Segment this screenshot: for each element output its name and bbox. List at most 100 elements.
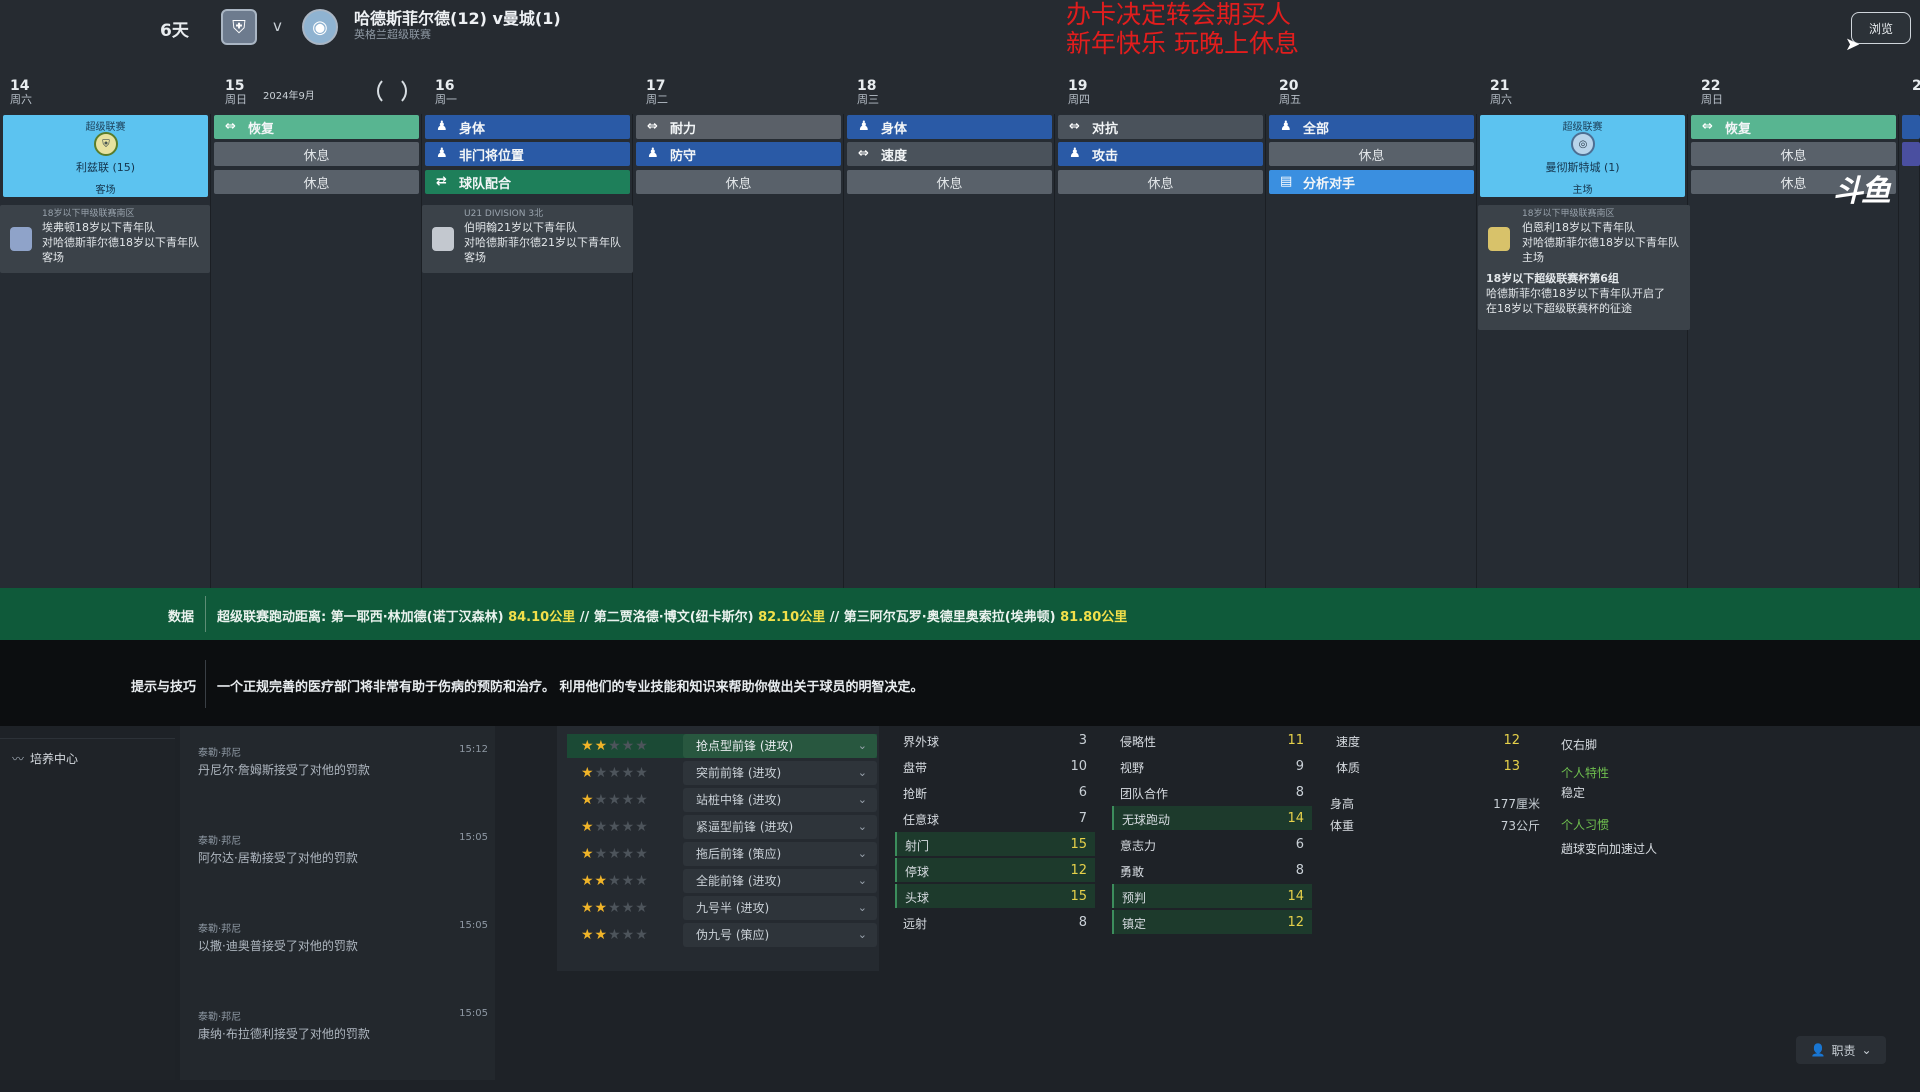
- session-label: 非门将位置: [459, 148, 525, 164]
- news-headline: 康纳·布拉德利接受了对他的罚款: [198, 1027, 370, 1041]
- habit-value[interactable]: 趟球变向加速过人: [1561, 840, 1657, 857]
- session-contact[interactable]: ⇔ 对抗: [1058, 115, 1263, 139]
- session-label: 攻击: [1092, 148, 1119, 164]
- session-rest[interactable]: 休息: [847, 170, 1052, 194]
- tips-text: 一个正规完善的医疗部门将非常有助于伤病的预防和治疗。 利用他们的专业技能和知识来…: [217, 680, 924, 695]
- role-select[interactable]: 伪九号 (策应) ⌄: [683, 923, 877, 947]
- session-partial[interactable]: [1902, 115, 1920, 139]
- role-row[interactable]: ★★★★★ 伪九号 (策应) ⌄: [567, 923, 877, 947]
- role-row[interactable]: ★★★★★ 紧逼型前锋 (进攻) ⌄: [567, 815, 877, 839]
- session-rest[interactable]: 休息: [1269, 142, 1474, 166]
- star-rating: ★★★★★: [581, 765, 649, 781]
- arrows-icon: ⇔: [1702, 119, 1713, 134]
- youth-venue: 主场: [1522, 251, 1544, 264]
- role-row[interactable]: ★★★★★ 拖后前锋 (策应) ⌄: [567, 842, 877, 866]
- youth-fixture-birmingham[interactable]: U21 DIVISION 3北 伯明翰21岁以下青年队 对哈德斯菲尔德21岁以下…: [422, 205, 633, 273]
- preferred-foot: 仅右脚: [1561, 738, 1598, 752]
- day-header-22[interactable]: 22 周日: [1701, 79, 1723, 106]
- youth-venue: 客场: [42, 251, 64, 264]
- session-physical[interactable]: ♟ 身体: [425, 115, 630, 139]
- day-header-15[interactable]: 15 周日: [225, 79, 247, 106]
- chevron-down-icon: ⌄: [857, 766, 867, 779]
- session-opposition-analysis[interactable]: ▤ 分析对手: [1269, 170, 1474, 194]
- session-label: 休息: [1780, 148, 1807, 164]
- personality-heading: 个人特性: [1561, 766, 1610, 780]
- day-header-20[interactable]: 20 周五: [1279, 79, 1301, 106]
- session-attacking[interactable]: ♟ 攻击: [1058, 142, 1263, 166]
- away-club-crest: ◉: [302, 9, 338, 45]
- role-label: 伪九号 (策应): [696, 928, 770, 942]
- session-speed[interactable]: ⇔ 速度: [847, 142, 1052, 166]
- tips-bar: 提示与技巧 一个正规完善的医疗部门将非常有助于伤病的预防和治疗。 利用他们的专业…: [0, 640, 1920, 726]
- nav-item-development-centre[interactable]: 〰培养中心: [12, 750, 78, 767]
- session-rest[interactable]: 休息: [214, 170, 419, 194]
- day-header-next[interactable]: 2: [1912, 79, 1920, 93]
- session-rest[interactable]: 休息: [636, 170, 841, 194]
- session-recovery[interactable]: ⇔ 恢复: [1691, 115, 1896, 139]
- session-label: 休息: [1780, 176, 1807, 192]
- role-label: 抢点型前锋 (进攻): [696, 739, 794, 753]
- role-select[interactable]: 全能前锋 (进攻) ⌄: [683, 869, 877, 893]
- role-select[interactable]: 拖后前锋 (策应) ⌄: [683, 842, 877, 866]
- next-match-competition: 英格兰超级联赛: [354, 28, 431, 41]
- session-rest[interactable]: 休息: [1058, 170, 1263, 194]
- news-item[interactable]: 泰勒·邦尼 15:05 康纳·布拉德利接受了对他的罚款: [198, 1008, 488, 1092]
- star-rating: ★★★★★: [581, 900, 649, 916]
- day-header-16[interactable]: 16 周一: [435, 79, 457, 106]
- match-card-man-city[interactable]: 超级联赛 ◎ 曼彻斯特城 (1) 主场: [1480, 115, 1685, 197]
- session-label: 防守: [670, 148, 697, 164]
- youth-fixture-everton[interactable]: 18岁以下甲级联赛南区 埃弗顿18岁以下青年队 对哈德斯菲尔德18岁以下青年队 …: [0, 205, 210, 273]
- youth-fixture-burnley[interactable]: 18岁以下甲级联赛南区 伯恩利18岁以下青年队 对哈德斯菲尔德18岁以下青年队 …: [1478, 205, 1690, 330]
- day-header-14[interactable]: 14 周六: [10, 79, 32, 106]
- person-icon: ♟: [858, 119, 870, 134]
- session-label: 休息: [1147, 176, 1174, 192]
- session-rest[interactable]: 休息: [1691, 142, 1896, 166]
- match-card-leeds[interactable]: 超级联赛 ⛨ 利兹联 (15) 客场: [3, 115, 208, 197]
- news-item[interactable]: 泰勒·邦尼 15:05 阿尔达·居勒接受了对他的罚款: [198, 832, 488, 916]
- match-opponent: 利兹联 (15): [75, 161, 136, 174]
- star-rating: ★★★★★: [581, 927, 649, 943]
- tips-label: 提示与技巧: [131, 680, 197, 695]
- person-icon: 👤: [1810, 1043, 1826, 1057]
- session-rest[interactable]: 休息: [214, 142, 419, 166]
- chevron-down-icon: ⌄: [857, 793, 867, 806]
- overlay-line-2: 新年快乐 玩晚上休息: [1066, 29, 1299, 58]
- session-recovery[interactable]: ⇔ 恢复: [214, 115, 419, 139]
- session-defending[interactable]: ♟ 防守: [636, 142, 841, 166]
- session-physical[interactable]: ♟ 身体: [847, 115, 1052, 139]
- chevron-down-icon: ⌄: [857, 928, 867, 941]
- day-header-19[interactable]: 19 周四: [1068, 79, 1090, 106]
- day-header-18[interactable]: 18 周三: [857, 79, 879, 106]
- session-partial[interactable]: [1902, 142, 1920, 166]
- day-header-21[interactable]: 21 周六: [1490, 79, 1512, 106]
- left-nav: [0, 738, 175, 1080]
- role-select[interactable]: 站桩中锋 (进攻) ⌄: [683, 788, 877, 812]
- attr-off-the-ball: 无球跑动 14: [1112, 806, 1312, 830]
- day-column-next[interactable]: [1899, 114, 1920, 588]
- session-label: 休息: [936, 176, 963, 192]
- news-time: 15:05: [459, 1008, 488, 1019]
- role-select[interactable]: 突前前锋 (进攻) ⌄: [683, 761, 877, 785]
- role-select[interactable]: 抢点型前锋 (进攻) ⌄: [683, 734, 877, 758]
- role-row[interactable]: ★★★★★ 突前前锋 (进攻) ⌄: [567, 761, 877, 785]
- session-teamwork[interactable]: ⇄ 球队配合: [425, 170, 630, 194]
- role-select[interactable]: 九号半 (进攻) ⌄: [683, 896, 877, 920]
- news-time: 15:05: [459, 920, 488, 931]
- role-select[interactable]: 紧逼型前锋 (进攻) ⌄: [683, 815, 877, 839]
- session-endurance[interactable]: ⇔ 耐力: [636, 115, 841, 139]
- role-label: 突前前锋 (进攻): [696, 766, 782, 780]
- attr-composure: 镇定 12: [1112, 910, 1312, 934]
- role-row[interactable]: ★★★★★ 抢点型前锋 (进攻) ⌄: [567, 734, 877, 758]
- role-row[interactable]: ★★★★★ 站桩中锋 (进攻) ⌄: [567, 788, 877, 812]
- role-row[interactable]: ★★★★★ 全能前锋 (进攻) ⌄: [567, 869, 877, 893]
- attr-teamwork: 团队合作 8: [1120, 785, 1304, 801]
- attr-tackling: 抢断 6: [903, 785, 1087, 801]
- news-item[interactable]: 泰勒·邦尼 15:05 以撒·迪奥普接受了对他的罚款: [198, 920, 488, 1004]
- duty-dropdown[interactable]: 👤 职责 ⌄: [1796, 1036, 1886, 1064]
- role-row[interactable]: ★★★★★ 九号半 (进攻) ⌄: [567, 896, 877, 920]
- session-all[interactable]: ♟ 全部: [1269, 115, 1474, 139]
- session-outfield[interactable]: ♟ 非门将位置: [425, 142, 630, 166]
- news-item[interactable]: 泰勒·邦尼 15:12 丹尼尔·詹姆斯接受了对他的罚款: [198, 744, 488, 828]
- day-header-17[interactable]: 17 周二: [646, 79, 668, 106]
- versus-label: v: [273, 17, 282, 35]
